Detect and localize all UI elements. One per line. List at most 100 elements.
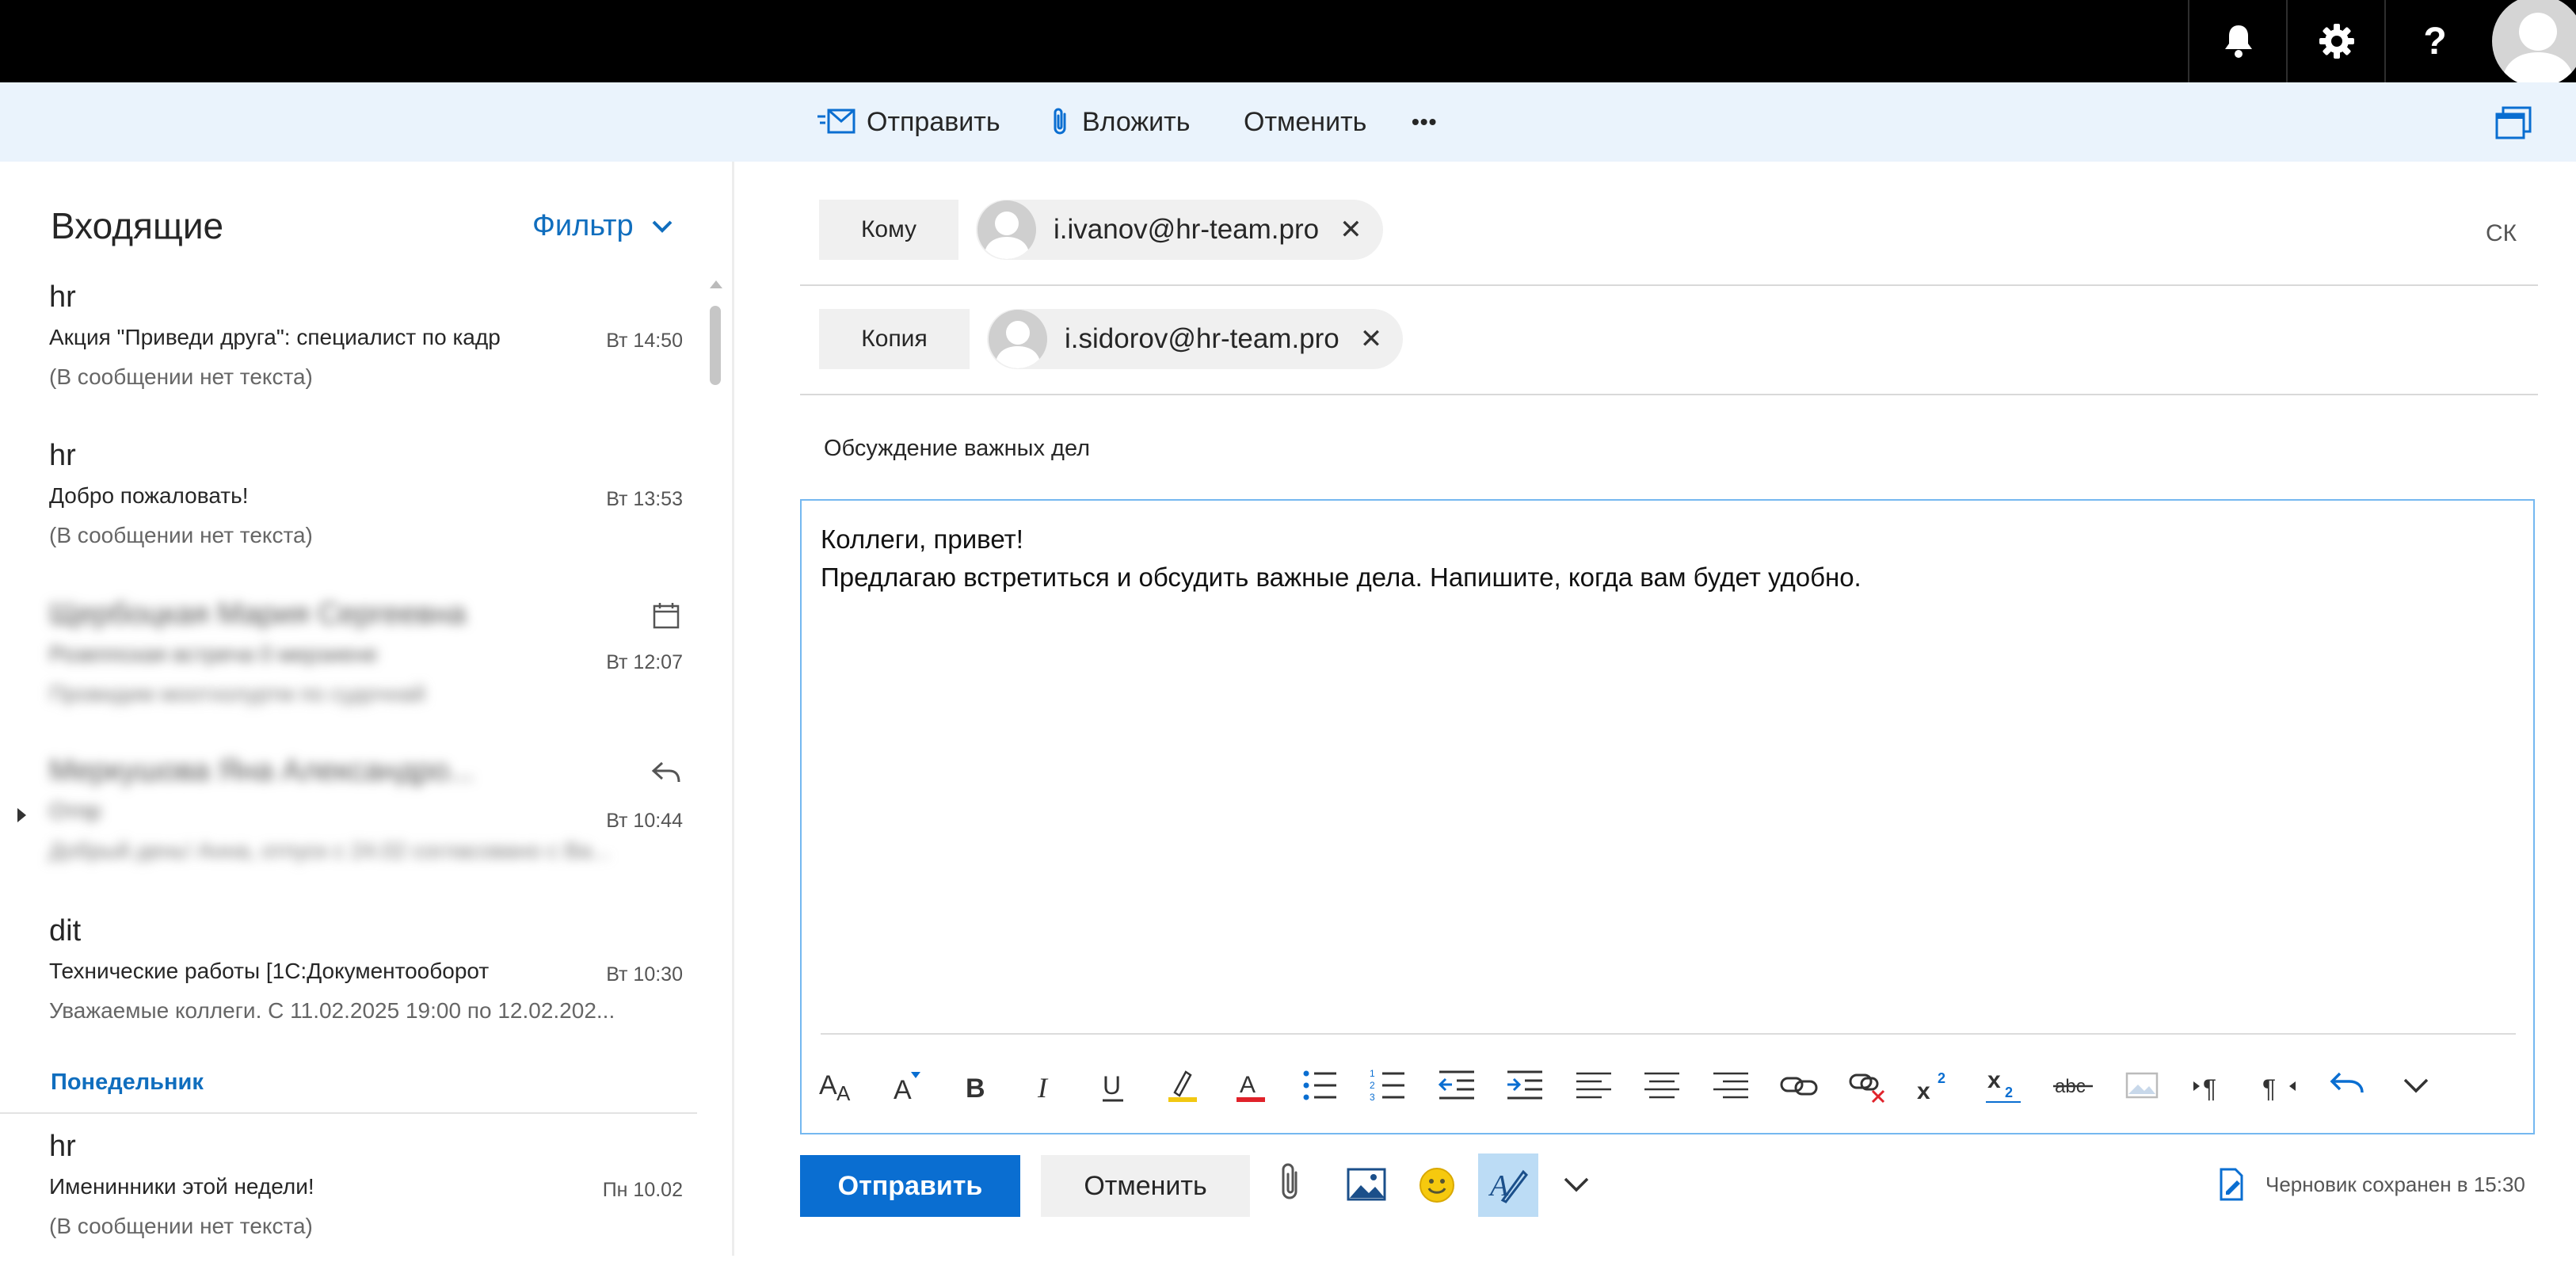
draft-saved-icon [2220, 1168, 2243, 1201]
message-item[interactable]: hr Добро пожаловать! (В сообщении нет те… [0, 439, 697, 594]
strikethrough-icon[interactable]: abc [2049, 1062, 2097, 1109]
cc-button[interactable]: Копия [819, 309, 970, 369]
message-body-editor[interactable]: Коллеги, привет! Предлагаю встретиться и… [800, 499, 2535, 1134]
message-item[interactable]: dit Технические работы [1С:Документообор… [0, 914, 697, 1070]
message-sender: dit [49, 914, 82, 948]
bell-icon [2225, 25, 2252, 58]
filter-button[interactable]: Фильтр [532, 209, 673, 243]
expand-conversation-arrow[interactable] [17, 808, 26, 822]
attach-file-button[interactable] [1278, 1161, 1304, 1206]
message-subject: Добро пожаловать! [49, 483, 249, 508]
more-actions-button[interactable] [1562, 1173, 1591, 1196]
draft-status: Черновик сохранен в 15:30 [2218, 1168, 2525, 1201]
draft-status-text: Черновик сохранен в 15:30 [2265, 1172, 2525, 1196]
svg-text:A: A [894, 1075, 912, 1104]
pop-out-icon [2495, 106, 2532, 139]
message-item[interactable]: hr Акция "Приведи друга": специалист по … [0, 280, 697, 436]
bold-icon[interactable]: B [953, 1062, 1000, 1109]
pop-out-button[interactable] [2495, 106, 2532, 139]
decrease-indent-icon[interactable] [1433, 1062, 1480, 1109]
subject-field[interactable]: Обсуждение важных дел [824, 436, 1090, 462]
editor-button[interactable]: A [1478, 1153, 1538, 1217]
insert-picture-button[interactable] [1347, 1168, 1386, 1201]
body-line-1: Коллеги, привет! [821, 524, 1023, 554]
message-preview: Уважаемые коллеги. С 11.02.2025 19:00 по… [49, 998, 615, 1023]
chevron-down-icon [652, 220, 673, 233]
to-recipient-pill[interactable]: i.ivanov@hr-team.pro ✕ [976, 200, 1383, 260]
svg-text:2: 2 [1370, 1080, 1375, 1091]
attach-command[interactable]: Вложить [1050, 82, 1190, 162]
chevron-down-icon [1564, 1177, 1589, 1192]
settings-button[interactable] [2286, 0, 2386, 82]
cc-divider [800, 394, 2538, 395]
underline-icon[interactable]: U [1090, 1062, 1137, 1109]
font-size-icon[interactable]: AA [816, 1062, 863, 1109]
pane-divider[interactable] [732, 162, 734, 1256]
svg-text:¶: ¶ [2262, 1074, 2276, 1103]
person-icon [989, 310, 1047, 368]
user-avatar[interactable] [2492, 0, 2576, 87]
ltr-icon[interactable]: ¶ [2186, 1062, 2234, 1109]
help-icon: ? [2423, 20, 2447, 63]
rtl-icon[interactable]: ¶ [2255, 1062, 2303, 1109]
message-item[interactable]: hr Именинники этой недели! (В сообщении … [0, 1130, 697, 1285]
undo-icon[interactable] [2323, 1062, 2371, 1109]
emoji-button[interactable] [1418, 1166, 1456, 1204]
message-subject: Технические работы [1С:Документооборот [49, 959, 490, 983]
message-subject: Отпр [49, 799, 101, 823]
font-color-icon[interactable]: A [1227, 1062, 1275, 1109]
person-icon [977, 200, 1036, 259]
more-commands-button[interactable]: ••• [1412, 82, 1437, 162]
svg-text:x: x [1917, 1078, 1930, 1104]
cc-recipient-pill[interactable]: i.sidorov@hr-team.pro ✕ [987, 309, 1404, 369]
svg-text:3: 3 [1370, 1092, 1375, 1103]
format-toolbar: AA A B I U A 123 x 2 x 2 abc ¶ ¶ [816, 1062, 2440, 1109]
cancel-button[interactable]: Отменить [1041, 1155, 1250, 1217]
bullets-icon[interactable] [1296, 1062, 1343, 1109]
more-icon: ••• [1412, 109, 1438, 134]
message-preview: (В сообщении нет текста) [49, 1214, 313, 1238]
svg-text:A: A [1240, 1072, 1256, 1098]
align-right-icon[interactable] [1707, 1062, 1755, 1109]
more-options-chevron-icon[interactable] [2392, 1062, 2440, 1109]
recipient-avatar [989, 310, 1047, 368]
message-item[interactable]: Меркушова Яна Александро... Отпр Добрый … [0, 754, 697, 909]
svg-text:¶: ¶ [2203, 1074, 2216, 1103]
remove-recipient-icon[interactable]: ✕ [1360, 323, 1383, 355]
message-time: Вт 10:44 [606, 810, 683, 832]
svg-text:1: 1 [1370, 1068, 1375, 1079]
person-icon [2502, 13, 2574, 87]
discard-command[interactable]: Отменить [1244, 82, 1366, 162]
insert-picture-icon[interactable] [2118, 1062, 2166, 1109]
message-item[interactable]: Щербоцкая Мария Сергеевна Розеппская вст… [0, 597, 697, 753]
to-address: i.ivanov@hr-team.pro [1054, 214, 1320, 245]
scroll-up-arrow[interactable] [710, 280, 722, 288]
toolbar-divider [821, 1033, 2516, 1035]
align-center-icon[interactable] [1638, 1062, 1686, 1109]
cc-address: i.sidorov@hr-team.pro [1065, 323, 1339, 354]
grow-font-icon[interactable]: A [885, 1062, 932, 1109]
scrollbar-thumb[interactable] [710, 306, 721, 385]
numbering-icon[interactable]: 123 [1364, 1062, 1412, 1109]
svg-text:x: x [1987, 1067, 2001, 1093]
superscript-icon[interactable]: x2 [1912, 1062, 1960, 1109]
insert-link-icon[interactable] [1775, 1062, 1823, 1109]
to-button[interactable]: Кому [819, 200, 958, 260]
calendar-icon [653, 603, 680, 629]
bcc-button[interactable]: СК [2486, 220, 2517, 247]
remove-link-icon[interactable] [1844, 1062, 1892, 1109]
subscript-icon[interactable]: x2 [1981, 1062, 2029, 1109]
increase-indent-icon[interactable] [1501, 1062, 1549, 1109]
remove-recipient-icon[interactable]: ✕ [1339, 214, 1362, 246]
italic-icon[interactable]: I [1022, 1062, 1069, 1109]
message-list-pane: Входящие Фильтр hr Акция "Приведи друга"… [0, 162, 732, 1256]
message-preview: Провидим моотхолуртм по судочнай [49, 681, 426, 706]
highlight-icon[interactable] [1159, 1062, 1206, 1109]
notifications-button[interactable] [2188, 0, 2288, 82]
message-time: Вт 13:53 [606, 488, 683, 510]
align-left-icon[interactable] [1570, 1062, 1618, 1109]
help-button[interactable]: ? [2384, 0, 2484, 82]
send-button[interactable]: Отправить [800, 1155, 1020, 1217]
message-preview: Добрый день! Анна, отпуск с 24.02 соглас… [49, 838, 611, 863]
send-command[interactable]: Отправить [817, 82, 1000, 162]
